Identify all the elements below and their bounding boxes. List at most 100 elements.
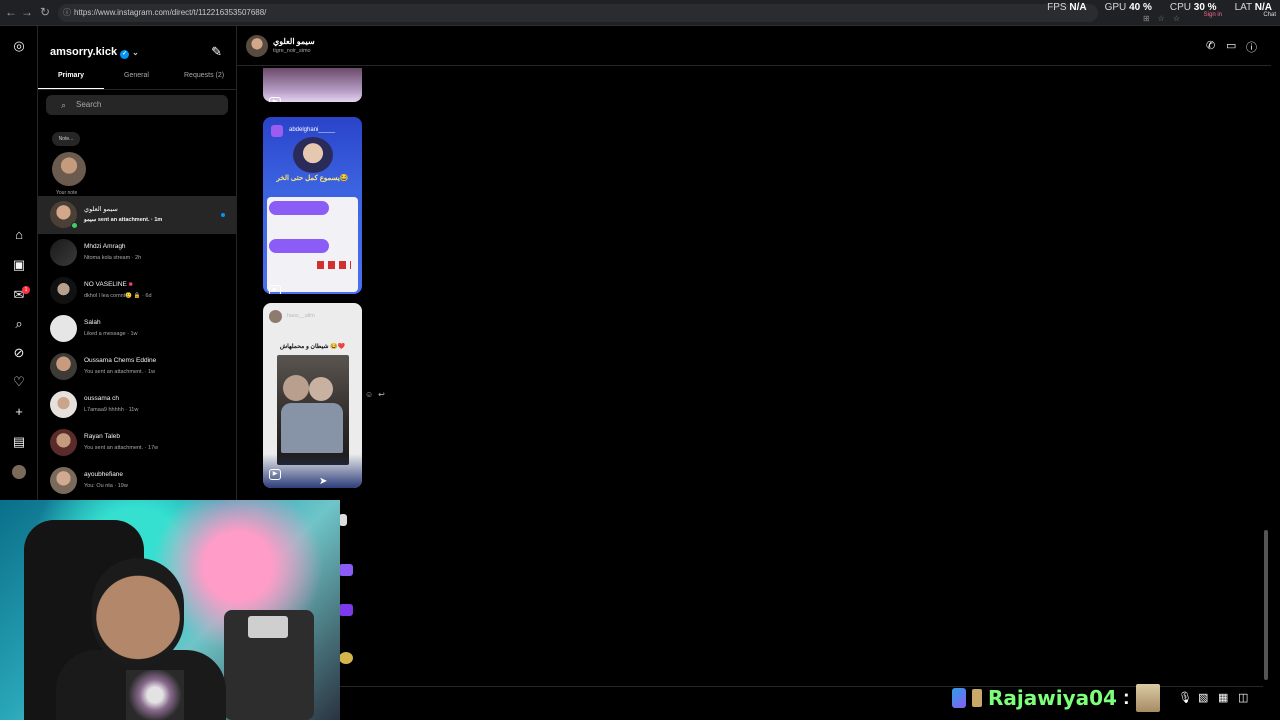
search-input[interactable]: ⌕ Search bbox=[46, 95, 228, 115]
your-note[interactable]: Note... Your note bbox=[50, 130, 92, 196]
search-icon[interactable]: ⌕ bbox=[11, 316, 27, 332]
search-icon: ⌕ bbox=[61, 100, 67, 110]
alert-separator: : bbox=[1122, 686, 1130, 709]
chat-header: سيمو العلوي tigre_noir_simo ✆ ▭ ⓘ bbox=[237, 26, 1271, 66]
scrollbar-thumb[interactable] bbox=[1264, 530, 1268, 680]
info-icon[interactable]: ⓘ bbox=[1246, 39, 1257, 55]
message-thumb[interactable] bbox=[339, 564, 353, 576]
phone-icon[interactable]: ✆ bbox=[1206, 39, 1215, 52]
compose-icon[interactable]: ✎ bbox=[211, 44, 222, 60]
profile-avatar[interactable] bbox=[12, 465, 26, 479]
streamer bbox=[92, 558, 184, 666]
bookmark-icon[interactable]: ☆ bbox=[1158, 14, 1165, 23]
reel-username: abdelghani_____ bbox=[289, 127, 336, 133]
gpu-stat: GPU 40 % bbox=[1104, 2, 1152, 13]
address-bar[interactable]: ⓘ https://www.instagram.com/direct/t/112… bbox=[58, 4, 1098, 22]
conversation-preview: Liked a message · 1w bbox=[84, 331, 138, 337]
conversation-preview: dkhol l lea comnt🥲 🔒 · 6d bbox=[84, 293, 152, 299]
shared-reel[interactable]: abdelghani_____ يسموع كمل حتى الخر😂 ▶ bbox=[263, 117, 362, 294]
emoji-icon: ■ bbox=[128, 281, 133, 288]
conversation-preview: L7amaa9 hhhhh · 11w bbox=[84, 407, 139, 413]
reels-icon[interactable]: ▣ bbox=[11, 257, 27, 273]
reel-icon: ▶ bbox=[269, 285, 281, 294]
create-icon[interactable]: + bbox=[11, 404, 27, 420]
react-icon[interactable]: ☺ bbox=[365, 390, 373, 399]
home-icon[interactable]: ⌂ bbox=[11, 227, 27, 243]
tab-requests[interactable]: Requests (2) bbox=[184, 72, 224, 79]
heart-icon[interactable]: ♡ bbox=[11, 374, 27, 390]
avatar bbox=[50, 391, 77, 418]
dashboard-icon[interactable]: ▤ bbox=[11, 434, 27, 450]
chat-alert: Rajawiya04 : bbox=[952, 682, 1160, 714]
conversation-item[interactable]: oussama ch L7amaa9 hhhhh · 11w bbox=[38, 386, 237, 424]
voice-message bbox=[269, 201, 329, 215]
conversation-item[interactable]: سيمو العلوي سيمو sent an attachment. · 1… bbox=[38, 196, 237, 234]
reload-icon[interactable]: ↻ bbox=[38, 5, 52, 19]
unread-dot bbox=[221, 213, 225, 217]
sticker-icon[interactable]: ◫ bbox=[1238, 691, 1248, 704]
url-text: https://www.instagram.com/direct/t/11221… bbox=[74, 8, 267, 17]
chat-username: tigre_noir_simo bbox=[273, 48, 311, 54]
verified-icon: ✓ bbox=[120, 50, 130, 59]
shared-reel[interactable]: hass__allm شيطان و محملهاش 😂❤️ ▶ bbox=[263, 303, 362, 488]
forward-icon[interactable]: → bbox=[20, 5, 34, 19]
conversation-item[interactable]: Salah Liked a message · 1w bbox=[38, 310, 237, 348]
account-switcher[interactable]: amsorry.kick ✓ ⌄ bbox=[50, 46, 139, 59]
conversation-name: سيمو العلوي bbox=[84, 206, 118, 213]
image-icon[interactable]: ▧ bbox=[1198, 691, 1208, 704]
tab-general[interactable]: General bbox=[124, 72, 149, 79]
search-placeholder: Search bbox=[76, 100, 102, 109]
conversation-preview: You sent an attachment. · 17w bbox=[84, 445, 159, 451]
note-bubble[interactable]: Note... bbox=[52, 132, 80, 146]
note-avatar bbox=[52, 152, 86, 186]
avatar bbox=[50, 429, 77, 456]
sign-in-button[interactable]: Sign in bbox=[1204, 12, 1222, 18]
account-name: amsorry.kick bbox=[50, 46, 118, 58]
explore-icon[interactable]: ⊘ bbox=[11, 345, 27, 361]
star-icon[interactable]: ☆ bbox=[1173, 14, 1180, 23]
conversation-item[interactable]: NO VASELINE ■ dkhol l lea comnt🥲 🔒 · 6d bbox=[38, 272, 237, 310]
emote-icon bbox=[1135, 684, 1160, 712]
reel-thumbnail bbox=[277, 355, 349, 465]
conversation-name: NO VASELINE ■ bbox=[84, 281, 133, 288]
conversation-item[interactable]: Mhdzi Amragh Ntoma kola stream · 2h bbox=[38, 234, 237, 272]
conversation-preview: You sent an attachment. · 1w bbox=[84, 369, 156, 375]
inbox-panel: amsorry.kick ✓ ⌄ ✎ Primary General Request… bbox=[38, 26, 237, 500]
tab-primary[interactable]: Primary bbox=[58, 72, 84, 79]
reel-screenshot bbox=[267, 197, 358, 292]
conversation-item[interactable]: Rayan Taleb You sent an attachment. · 17… bbox=[38, 424, 237, 462]
conversation-name: ayoubhefiane bbox=[84, 471, 124, 478]
back-icon[interactable]: ← bbox=[4, 5, 18, 19]
more-messages bbox=[337, 510, 363, 670]
conversation-item[interactable]: ayoubhefiane You: Ou nta · 19w bbox=[38, 462, 237, 500]
reel-thumbnail bbox=[293, 137, 333, 173]
chat-name[interactable]: سيمو العلوي bbox=[273, 37, 315, 46]
microphone-icon[interactable]: 🎙 bbox=[1178, 691, 1192, 704]
chevron-down-icon: ⌄ bbox=[132, 48, 139, 57]
mouse-cursor-icon: ➤ bbox=[319, 476, 328, 487]
site-info-icon[interactable]: ⓘ bbox=[63, 4, 71, 22]
record-buttons bbox=[317, 261, 351, 269]
message-thumb[interactable] bbox=[339, 604, 353, 616]
badge-icon bbox=[952, 688, 966, 708]
message-thumb[interactable] bbox=[339, 514, 347, 526]
online-indicator bbox=[71, 222, 78, 229]
message-actions: ☺ ↩ bbox=[365, 390, 385, 399]
conversation-item[interactable]: Oussama Chems Eddine You sent an attachm… bbox=[38, 348, 237, 386]
chat-button[interactable]: Chat bbox=[1263, 12, 1276, 18]
chat-scrollbar[interactable] bbox=[1263, 30, 1269, 680]
instagram-logo-icon[interactable]: ◎ bbox=[11, 38, 27, 54]
chat-avatar[interactable] bbox=[246, 35, 268, 57]
gif-icon[interactable]: ▦ bbox=[1218, 691, 1228, 704]
performance-overlay: FPS N/A GPU 40 % CPU 30 % LAT N/A bbox=[1047, 2, 1272, 13]
extensions-icon[interactable]: ⊞ bbox=[1143, 14, 1150, 23]
video-icon[interactable]: ▭ bbox=[1226, 39, 1236, 52]
reply-icon[interactable]: ↩ bbox=[378, 390, 385, 399]
shared-reel[interactable]: ▶ bbox=[263, 68, 362, 102]
extension-icons: ⊞ ☆ ☆ bbox=[1143, 14, 1180, 23]
conversation-preview: سيمو sent an attachment. · 1m bbox=[84, 217, 163, 223]
avatar bbox=[50, 467, 77, 494]
profile-avatar bbox=[269, 310, 282, 323]
voice-message bbox=[269, 239, 329, 253]
conversation-name: Rayan Taleb bbox=[84, 433, 121, 440]
